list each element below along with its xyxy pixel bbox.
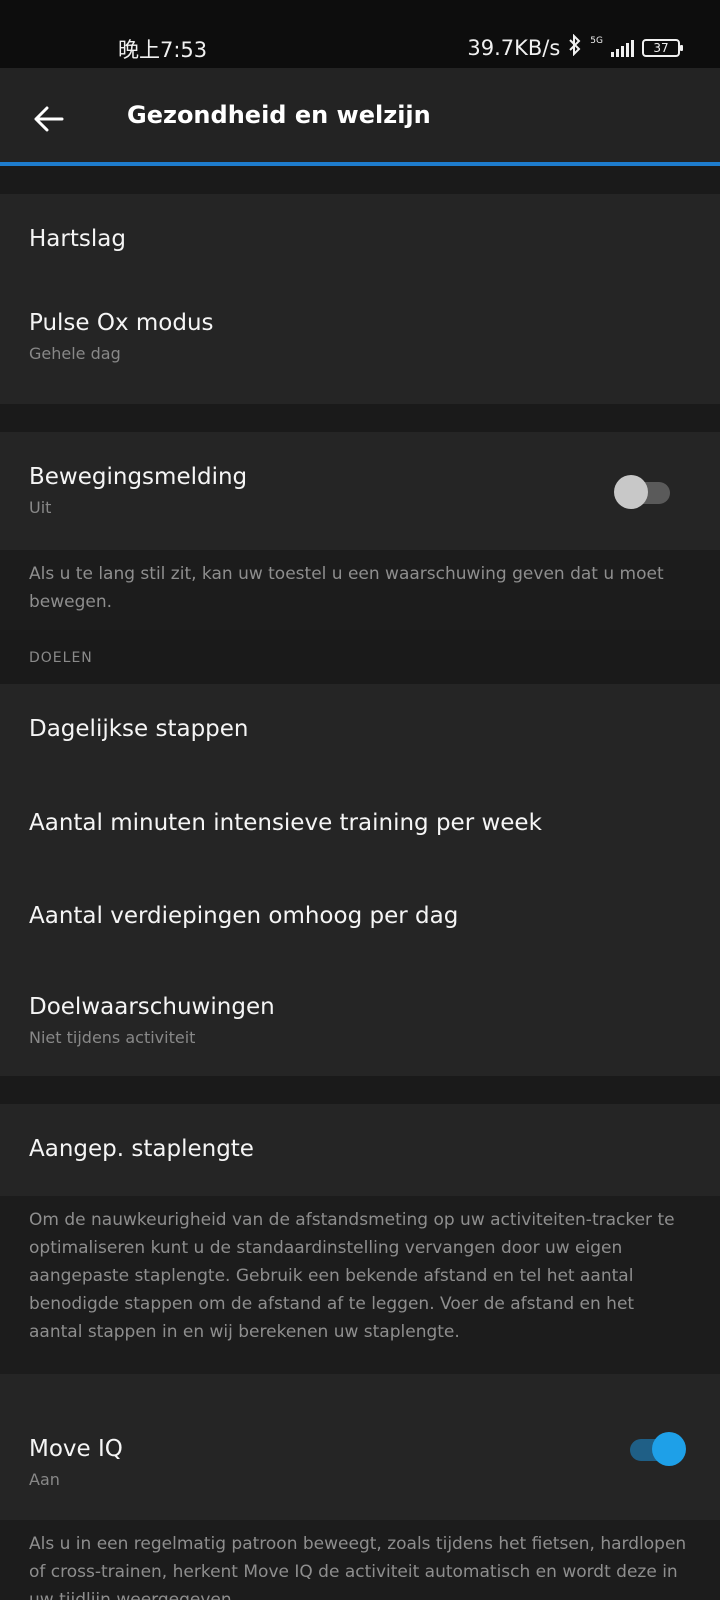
- goals-card: Dagelijkse stappen Aantal minuten intens…: [0, 684, 720, 1076]
- pulse-ox-label: Pulse Ox modus: [29, 310, 214, 336]
- heart-rate-label: Hartslag: [29, 226, 126, 252]
- floors-climbed-item[interactable]: Aantal verdiepingen omhoog per dag: [0, 871, 720, 964]
- move-alert-item[interactable]: Bewegingsmelding Uit: [0, 432, 720, 550]
- pulse-ox-item[interactable]: Pulse Ox modus Gehele dag: [0, 288, 720, 404]
- goal-alerts-value: Niet tijdens activiteit: [29, 1028, 196, 1047]
- daily-steps-item[interactable]: Dagelijkse stappen: [0, 684, 720, 778]
- goals-section-header: DOELEN: [29, 650, 93, 666]
- back-arrow-icon[interactable]: [30, 101, 66, 137]
- network-type: 5G: [590, 36, 603, 46]
- network-speed: 39.7KB/s: [467, 35, 561, 60]
- signal-icon: [611, 39, 634, 57]
- intensity-minutes-label: Aantal minuten intensieve training per w…: [29, 810, 542, 836]
- stride-length-description: Om de nauwkeurigheid van de afstandsmeti…: [0, 1196, 720, 1374]
- battery-icon: 37: [642, 38, 683, 57]
- move-iq-description: Als u in een regelmatig patroon beweegt,…: [0, 1520, 720, 1600]
- move-iq-item[interactable]: Move IQ Aan: [0, 1374, 720, 1520]
- move-iq-label: Move IQ: [29, 1436, 123, 1462]
- heart-rate-item[interactable]: Hartslag: [0, 194, 720, 288]
- stride-length-label: Aangep. staplengte: [29, 1136, 254, 1162]
- daily-steps-label: Dagelijkse stappen: [29, 716, 249, 742]
- move-alert-description: Als u te lang stil zit, kan uw toestel u…: [0, 550, 720, 630]
- status-time: 晚上7:53: [118, 38, 208, 62]
- page-title: Gezondheid en welzijn: [127, 101, 431, 129]
- move-iq-value: Aan: [29, 1470, 60, 1489]
- bluetooth-icon: [568, 33, 582, 61]
- toggle-thumb: [652, 1432, 686, 1466]
- status-bar: 晚上7:53 39.7KB/s 5G 37: [0, 0, 720, 68]
- move-iq-card: Move IQ Aan: [0, 1374, 720, 1520]
- floors-climbed-label: Aantal verdiepingen omhoog per dag: [29, 903, 459, 929]
- goal-alerts-item[interactable]: Doelwaarschuwingen Niet tijdens activite…: [0, 964, 720, 1076]
- heart-card: Hartslag Pulse Ox modus Gehele dag: [0, 194, 720, 404]
- move-alert-toggle[interactable]: [614, 472, 676, 512]
- app-bar: Gezondheid en welzijn: [0, 68, 720, 166]
- move-iq-toggle[interactable]: [624, 1429, 686, 1469]
- move-alert-card: Bewegingsmelding Uit: [0, 432, 720, 550]
- pulse-ox-value: Gehele dag: [29, 344, 121, 363]
- goal-alerts-label: Doelwaarschuwingen: [29, 994, 275, 1020]
- toggle-thumb: [614, 475, 648, 509]
- stride-length-item[interactable]: Aangep. staplengte: [0, 1104, 720, 1196]
- intensity-minutes-item[interactable]: Aantal minuten intensieve training per w…: [0, 778, 720, 871]
- stride-card: Aangep. staplengte: [0, 1104, 720, 1196]
